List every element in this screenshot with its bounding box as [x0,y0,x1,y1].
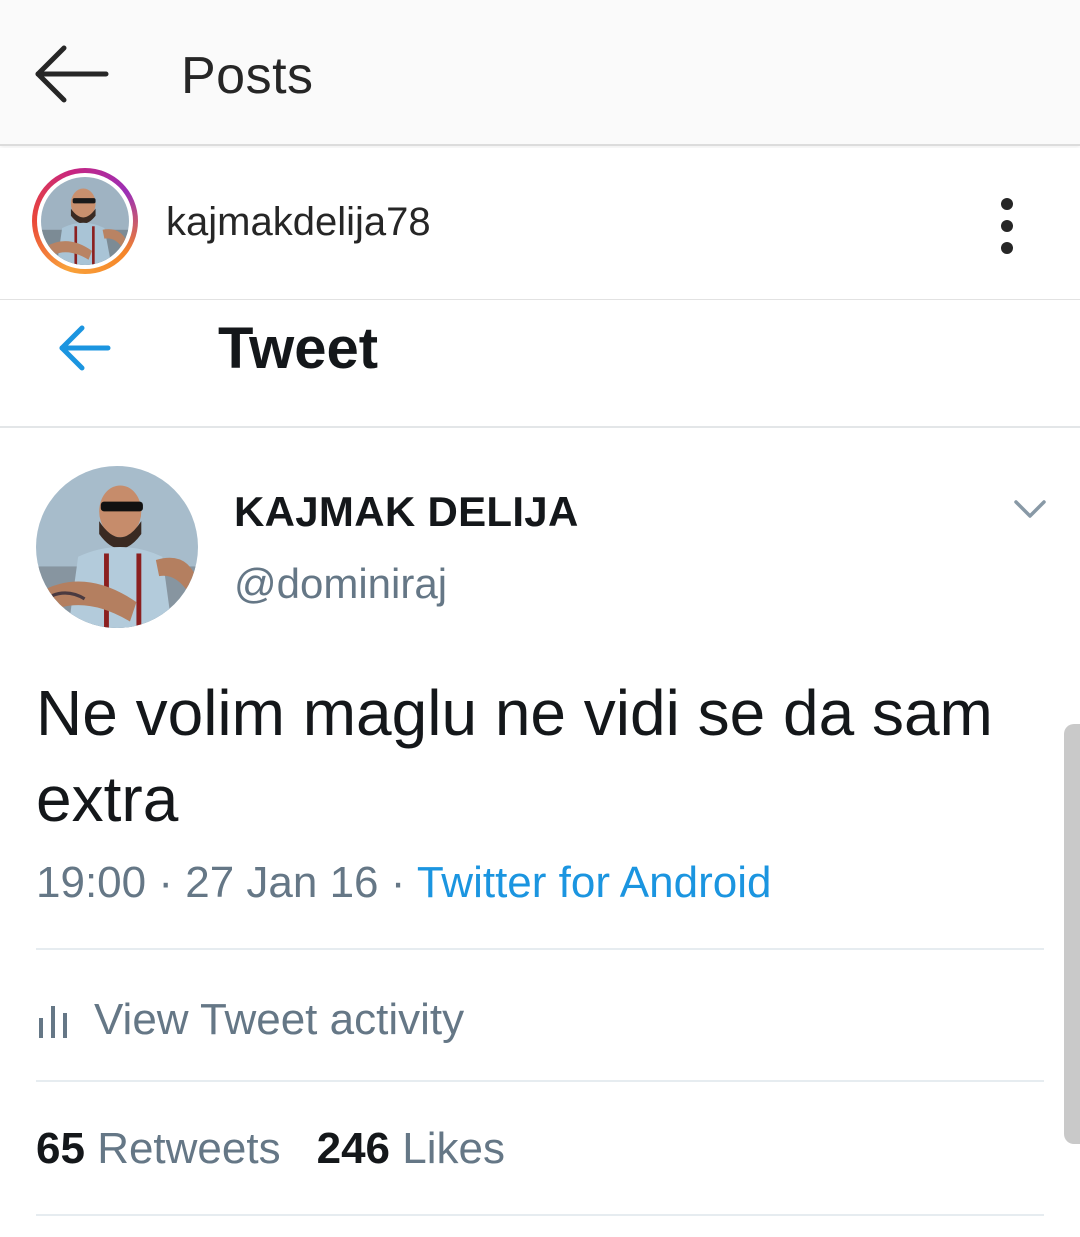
owner-username[interactable]: kajmakdelija78 [166,200,431,245]
tweet-author-avatar[interactable] [36,466,198,628]
tweet-source-link[interactable]: Twitter for Android [417,858,772,907]
more-options-icon[interactable] [990,196,1026,256]
meta-separator: · [158,858,173,907]
tweet-date: 27 Jan 16 [185,858,379,907]
activity-label: View Tweet activity [94,995,465,1044]
likes-label: Likes [402,1124,505,1173]
chevron-down-icon[interactable] [1010,494,1050,524]
owner-avatar[interactable] [32,168,138,274]
post-owner-row: kajmakdelija78 [0,148,1080,300]
tweet-time: 19:00 [36,858,147,907]
retweets-label: Retweets [97,1124,281,1173]
tweet-author-name[interactable]: KAJMAK DELIJA [234,488,579,536]
back-arrow-icon[interactable] [34,44,110,104]
tweet-page-title: Tweet [218,316,379,381]
tweet-back-arrow-icon[interactable] [56,323,114,373]
avatar-image [41,177,129,265]
tweet-meta: 19:00 · 27 Jan 16 · Twitter for Android [36,858,771,908]
tweet-header: Tweet [0,301,1080,428]
author-avatar-image [36,466,198,628]
retweets-stat[interactable]: 65 Retweets [36,1124,281,1173]
likes-stat[interactable]: 246 Likes [317,1124,505,1173]
bar-chart-icon [39,1006,67,1038]
divider [36,948,1044,950]
meta-separator: · [390,858,406,907]
divider [36,1214,1044,1216]
tweet-text: Ne volim maglu ne vidi se da sam extra [36,677,993,835]
page-title: Posts [181,47,314,105]
divider [36,1080,1044,1082]
tweet-author-handle[interactable]: @dominiraj [234,560,447,608]
likes-count: 246 [316,1124,391,1173]
tweet-stats: 65 Retweets 246 Likes [36,1124,505,1174]
scrollbar[interactable] [1064,724,1080,1144]
view-tweet-activity-button[interactable]: View Tweet activity [36,990,464,1050]
retweets-count: 65 [36,1124,85,1173]
app-header: Posts [0,0,1080,146]
